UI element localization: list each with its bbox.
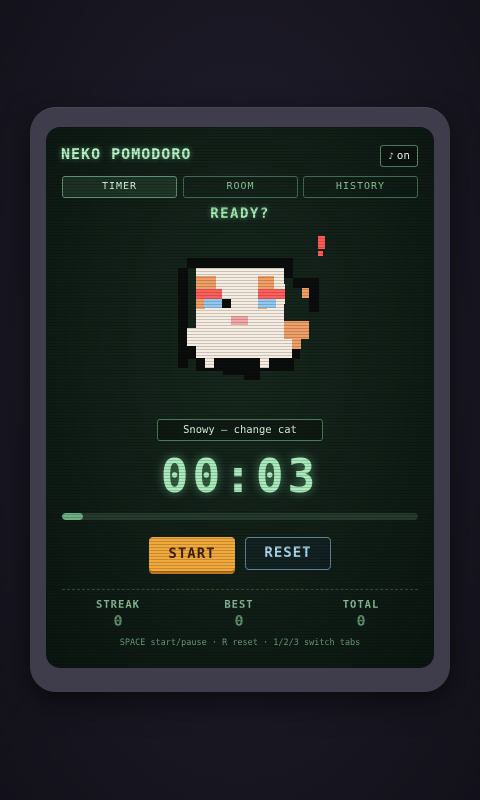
tab-timer[interactable]: TIMER — [62, 176, 177, 198]
stat-best-label: BEST — [224, 599, 254, 611]
reset-button[interactable]: RESET — [245, 537, 331, 570]
stat-total-label: TOTAL — [342, 599, 380, 611]
pixel-cat-sprite[interactable] — [178, 233, 328, 401]
progress-fill — [62, 513, 84, 520]
tab-history[interactable]: HISTORY — [303, 176, 418, 198]
app-title: NEKO POMODORO — [61, 145, 192, 163]
start-button[interactable]: START — [149, 537, 235, 571]
stat-best-value: 0 — [234, 612, 244, 630]
tab-bar: TIMER ROOM HISTORY — [62, 176, 418, 198]
stat-streak-value: 0 — [113, 612, 123, 630]
exclamation-icon — [318, 236, 325, 256]
crt-screen: NEKO POMODORO ♪ on TIMER ROOM HISTORY REA… — [46, 127, 434, 668]
music-toggle-button[interactable]: ♪ on — [380, 145, 418, 167]
stat-best: BEST 0 — [184, 599, 294, 630]
stat-streak-label: STREAK — [96, 599, 140, 611]
keyboard-hint: SPACE start/pause · R reset · 1/2/3 swit… — [119, 638, 361, 648]
tab-room[interactable]: ROOM — [183, 176, 298, 198]
timer-display: 00:03 — [160, 449, 320, 503]
music-toggle-label: on — [396, 149, 410, 162]
stat-total-value: 0 — [356, 612, 366, 630]
status-text: READY? — [210, 206, 270, 222]
stat-streak: STREAK 0 — [63, 599, 173, 630]
divider — [62, 589, 418, 590]
change-cat-button[interactable]: Snowy — change cat — [157, 419, 323, 441]
stat-total: TOTAL 0 — [306, 599, 416, 630]
progress-bar — [62, 513, 418, 520]
device-frame: NEKO POMODORO ♪ on TIMER ROOM HISTORY REA… — [30, 107, 450, 692]
music-note-icon: ♪ — [388, 152, 394, 162]
